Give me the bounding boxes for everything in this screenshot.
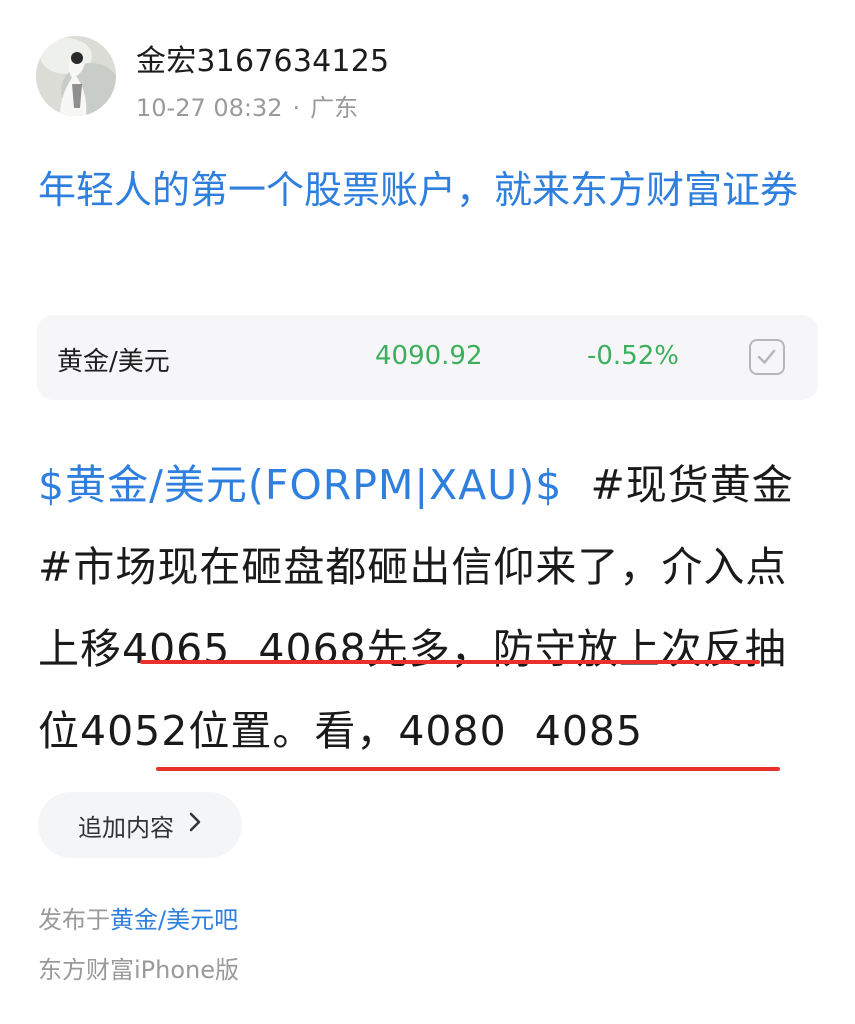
post-detail: 金宏3167634125 10-27 08:32 · 广东 年轻人的第一个股票账户，… bbox=[0, 0, 855, 1024]
post-location: 广东 bbox=[310, 94, 359, 122]
quote-name: 黄金/美元 bbox=[57, 347, 170, 377]
avatar[interactable] bbox=[36, 36, 116, 116]
red-underline-annotation bbox=[140, 660, 760, 664]
red-underline-annotation bbox=[156, 767, 780, 771]
bar-link[interactable]: 黄金/美元吧 bbox=[110, 906, 238, 934]
add-content-label: 追加内容 bbox=[78, 813, 174, 842]
quote-price: 4090.92 bbox=[375, 341, 483, 371]
checkbox-icon[interactable] bbox=[749, 339, 785, 375]
promo-link[interactable]: 年轻人的第一个股票账户，就来东方财富证券 bbox=[38, 160, 828, 220]
post-body: $黄金/美元(FORPM|XAU)$ #现货黄金#市场现在砸盘都砸出信仰来了，介… bbox=[38, 444, 828, 772]
chevron-right-icon bbox=[188, 811, 202, 839]
quote-card[interactable]: 黄金/美元 4090.92 -0.52% bbox=[37, 315, 818, 400]
post-meta: 10-27 08:32 · 广东 bbox=[136, 88, 358, 123]
quote-change: -0.52% bbox=[587, 341, 679, 371]
check-mark-icon bbox=[757, 349, 776, 364]
author-name[interactable]: 金宏3167634125 bbox=[136, 36, 389, 80]
post-time: 10-27 08:32 bbox=[136, 94, 283, 122]
post-device: 东方财富iPhone版 bbox=[38, 956, 240, 984]
meta-separator: · bbox=[292, 94, 301, 122]
posted-prefix: 发布于 bbox=[38, 906, 110, 934]
avatar-image bbox=[36, 36, 116, 116]
posted-in: 发布于黄金/美元吧 bbox=[38, 900, 238, 935]
add-content-button[interactable]: 追加内容 bbox=[38, 792, 242, 858]
stock-tag-link[interactable]: $黄金/美元(FORPM|XAU)$ bbox=[38, 461, 562, 509]
